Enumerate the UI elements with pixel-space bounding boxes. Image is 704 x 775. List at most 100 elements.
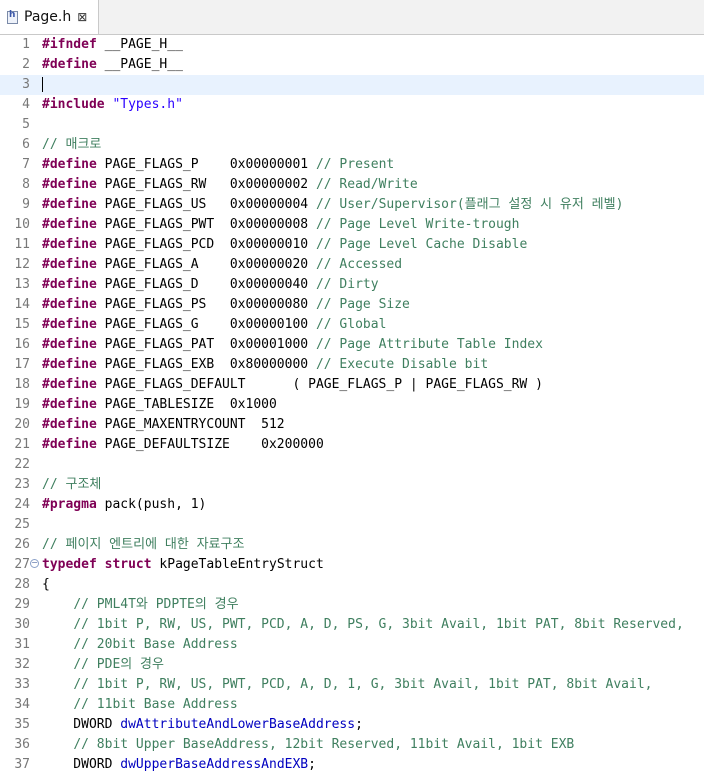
code-line[interactable]: 16 #define PAGE_FLAGS_PAT 0x00001000 // P… [0, 335, 704, 355]
code-line[interactable]: 21 #define PAGE_DEFAULTSIZE 0x200000 [0, 435, 704, 455]
code-line[interactable]: 25 [0, 515, 704, 535]
keyword-token: #define [42, 337, 97, 352]
code-line[interactable]: 27− typedef struct kPageTableEntryStruct [0, 555, 704, 575]
code-line[interactable]: 17 #define PAGE_FLAGS_EXB 0x80000000 // E… [0, 355, 704, 375]
code-line[interactable]: 18 #define PAGE_FLAGS_DEFAULT ( PAGE_FLAG… [0, 375, 704, 395]
code-token: PAGE_MAXENTRYCOUNT 512 [96, 417, 285, 432]
code-text: // 1bit P, RW, US, PWT, PCD, A, D, PS, G… [42, 615, 684, 635]
line-number: 36 [14, 737, 30, 752]
code-line[interactable]: 13 #define PAGE_FLAGS_D 0x00000040 // Dir… [0, 275, 704, 295]
tab-page-h[interactable]: h Page.h ⊠ [0, 0, 99, 34]
comment-token: // 1bit P, RW, US, PWT, PCD, A, D, 1, G,… [73, 677, 653, 692]
code-token: kPageTableEntryStruct [151, 557, 324, 572]
code-line[interactable]: 14 #define PAGE_FLAGS_PS 0x00000080 // Pa… [0, 295, 704, 315]
code-line[interactable]: 31 // 20bit Base Address [0, 635, 704, 655]
line-number: 23 [14, 477, 30, 492]
code-text: // 20bit Base Address [42, 635, 238, 655]
line-number: 31 [14, 637, 30, 652]
keyword-token: struct [104, 557, 152, 572]
code-text: // 11bit Base Address [42, 695, 237, 715]
code-line[interactable]: 24 #pragma pack(push, 1) [0, 495, 704, 515]
code-text: #define PAGE_FLAGS_A 0x00000020 // Acces… [42, 255, 402, 275]
comment-token: // 20bit Base Address [73, 637, 238, 652]
code-line[interactable]: 28 { [0, 575, 704, 595]
code-text: #include "Types.h" [42, 95, 183, 115]
code-line[interactable]: 33 // 1bit P, RW, US, PWT, PCD, A, D, 1,… [0, 675, 704, 695]
code-line[interactable]: 9 #define PAGE_FLAGS_US 0x00000004 // Use… [0, 195, 704, 215]
keyword-token: #include [42, 97, 105, 112]
code-line[interactable]: 32 // PDE의 경우 [0, 655, 704, 675]
code-text: #define PAGE_FLAGS_D 0x00000040 // Dirty [42, 275, 379, 295]
line-number: 10 [14, 217, 30, 232]
code-token: __PAGE_H__ [96, 37, 183, 52]
code-line[interactable]: 11 #define PAGE_FLAGS_PCD 0x00000010 // P… [0, 235, 704, 255]
code-line[interactable]: 2 #define __PAGE_H__ [0, 55, 704, 75]
code-text: #pragma pack(push, 1) [42, 495, 206, 515]
code-text: #define PAGE_MAXENTRYCOUNT 512 [42, 415, 285, 435]
line-number: 37 [14, 757, 30, 772]
line-number: 12 [14, 257, 30, 272]
code-text: // 8bit Upper BaseAddress, 12bit Reserve… [42, 735, 574, 755]
code-line[interactable]: 8 #define PAGE_FLAGS_RW 0x00000002 // Rea… [0, 175, 704, 195]
code-line[interactable]: 1 #ifndef __PAGE_H__ [0, 35, 704, 55]
code-text: #ifndef __PAGE_H__ [42, 35, 183, 55]
code-line[interactable]: 3 [0, 75, 704, 95]
line-number: 19 [14, 397, 30, 412]
line-number: 29 [14, 597, 30, 612]
line-number: 34 [14, 697, 30, 712]
code-text: #define PAGE_FLAGS_PAT 0x00001000 // Pag… [42, 335, 543, 355]
keyword-token: #define [42, 437, 97, 452]
code-line[interactable]: 12 #define PAGE_FLAGS_A 0x00000020 // Acc… [0, 255, 704, 275]
line-number: 14 [14, 297, 30, 312]
line-number: 22 [14, 457, 30, 472]
code-line[interactable]: 36 // 8bit Upper BaseAddress, 12bit Rese… [0, 735, 704, 755]
code-text: #define PAGE_FLAGS_US 0x00000004 // User… [42, 195, 623, 215]
code-line[interactable]: 4 #include "Types.h" [0, 95, 704, 115]
line-number: 4 [22, 97, 30, 112]
line-number: 24 [14, 497, 30, 512]
code-text: #define PAGE_DEFAULTSIZE 0x200000 [42, 435, 324, 455]
code-token: PAGE_FLAGS_RW 0x00000002 [96, 177, 316, 192]
line-number: 1 [22, 37, 30, 52]
close-icon[interactable]: ⊠ [77, 10, 87, 24]
comment-token: // Accessed [315, 257, 403, 272]
code-line[interactable]: 15 #define PAGE_FLAGS_G 0x00000100 // Glo… [0, 315, 704, 335]
code-line[interactable]: 10 #define PAGE_FLAGS_PWT 0x00000008 // P… [0, 215, 704, 235]
code-line[interactable]: 19 #define PAGE_TABLESIZE 0x1000 [0, 395, 704, 415]
code-text: // 페이지 엔트리에 대한 자료구조 [42, 535, 244, 555]
text-caret [42, 77, 43, 92]
code-line[interactable]: 20 #define PAGE_MAXENTRYCOUNT 512 [0, 415, 704, 435]
line-number: 17 [14, 357, 30, 372]
code-text: #define PAGE_TABLESIZE 0x1000 [42, 395, 277, 415]
keyword-token: #define [42, 317, 97, 332]
fold-toggle-icon[interactable]: − [30, 559, 39, 568]
line-number: 33 [14, 677, 30, 692]
keyword-token: #define [42, 277, 97, 292]
line-number: 20 [14, 417, 30, 432]
code-editor[interactable]: 1 #ifndef __PAGE_H__ 2 #define __PAGE_H__ 3 4… [0, 35, 704, 775]
string-token: "Types.h" [112, 97, 183, 112]
code-line[interactable]: 5 [0, 115, 704, 135]
line-number: 5 [22, 117, 30, 132]
code-line[interactable]: 6 // 매크로 [0, 135, 704, 155]
code-line[interactable]: 37 DWORD dwUpperBaseAddressAndEXB; [0, 755, 704, 775]
code-line[interactable]: 22 [0, 455, 704, 475]
code-line[interactable]: 35 DWORD dwAttributeAndLowerBaseAddress; [0, 715, 704, 735]
comment-token: // 1bit P, RW, US, PWT, PCD, A, D, PS, G… [73, 617, 684, 632]
code-token: ; [355, 717, 363, 732]
code-line[interactable]: 7 #define PAGE_FLAGS_P 0x00000001 // Pres… [0, 155, 704, 175]
code-line[interactable]: 34 // 11bit Base Address [0, 695, 704, 715]
code-line[interactable]: 30 // 1bit P, RW, US, PWT, PCD, A, D, PS… [0, 615, 704, 635]
comment-token: // Page Size [315, 297, 410, 312]
header-file-icon: h [7, 10, 18, 24]
comment-token: // Global [315, 317, 387, 332]
keyword-token: #define [42, 157, 97, 172]
code-line[interactable]: 29 // PML4T와 PDPTE의 경우 [0, 595, 704, 615]
code-line[interactable]: 23 // 구조체 [0, 475, 704, 495]
code-token: PAGE_FLAGS_DEFAULT ( PAGE_FLAGS_P | PAGE… [96, 377, 543, 392]
keyword-token: #define [42, 237, 97, 252]
comment-token: // User/Supervisor(플래그 설정 시 유저 레벨) [315, 197, 624, 212]
code-line[interactable]: 26 // 페이지 엔트리에 대한 자료구조 [0, 535, 704, 555]
